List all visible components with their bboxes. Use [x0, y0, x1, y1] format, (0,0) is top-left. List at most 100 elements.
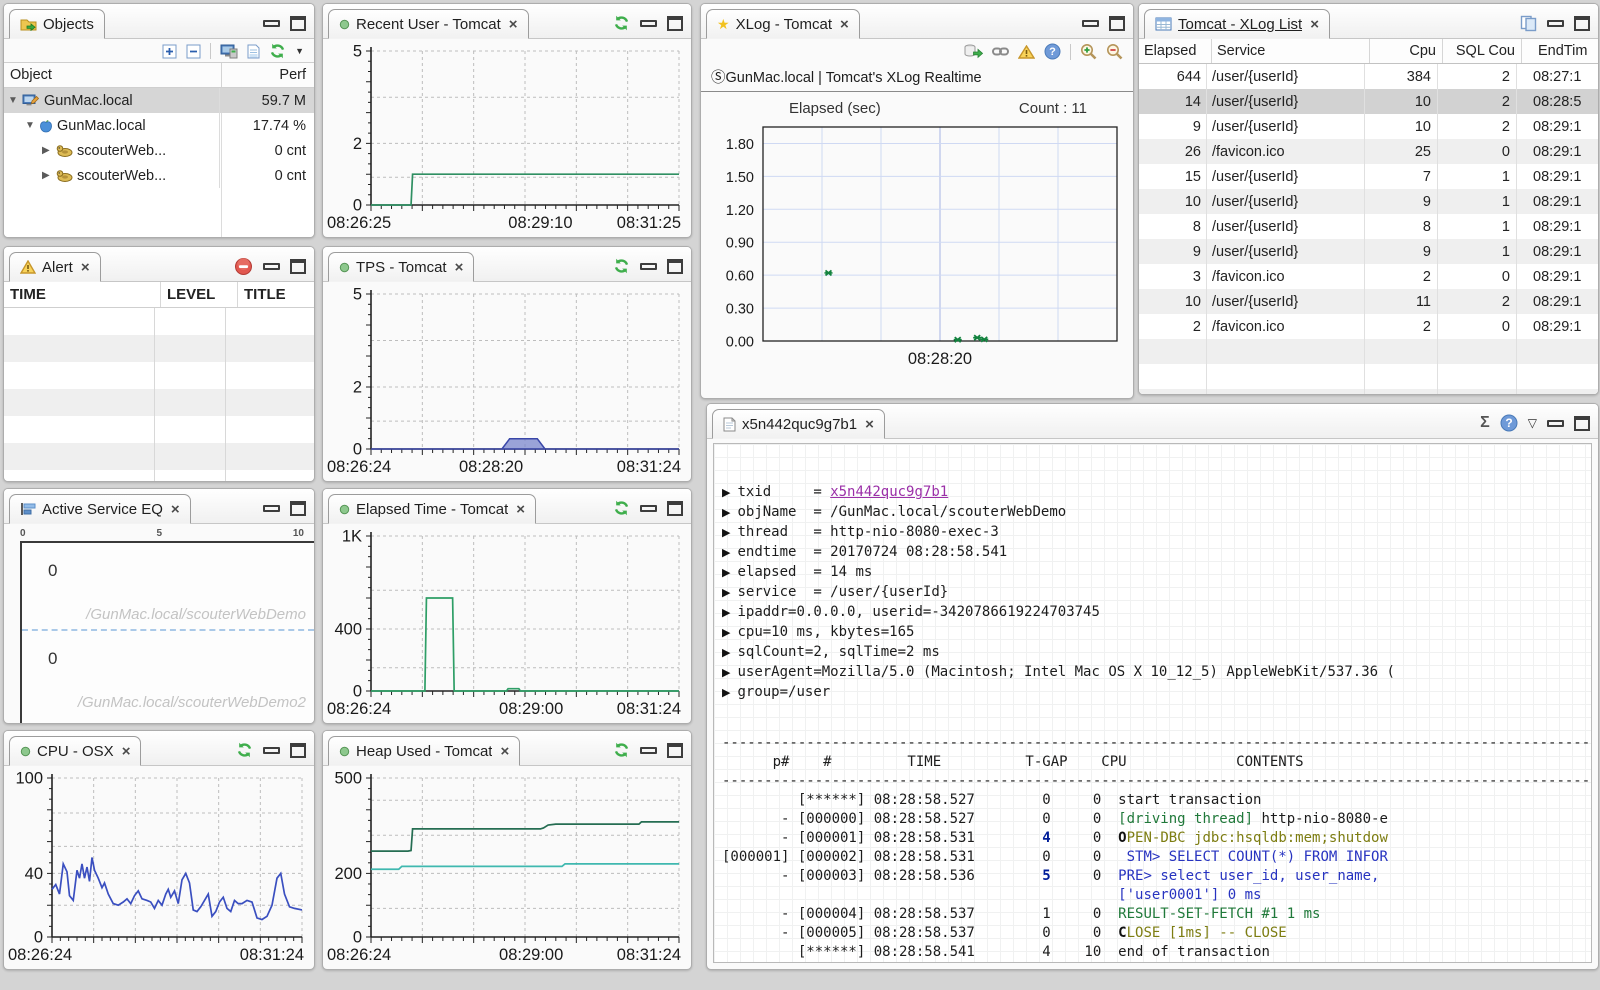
expand-marker-icon[interactable]: ▶ — [722, 546, 730, 559]
warning-icon[interactable] — [1018, 44, 1035, 59]
objects-maximize-button[interactable] — [290, 15, 306, 31]
remove-all-icon[interactable] — [234, 257, 253, 276]
recent-user-minimize-button[interactable] — [640, 19, 657, 27]
tab-objects[interactable]: Objects — [9, 9, 105, 39]
heap-used-minimize-button[interactable] — [640, 746, 657, 754]
active-service-eq-maximize-button[interactable] — [290, 500, 306, 516]
expand-marker-icon[interactable]: ▶ — [722, 626, 730, 639]
tab-heap-used[interactable]: Heap Used - Tomcat × — [328, 736, 521, 766]
heap-used-maximize-button[interactable] — [667, 742, 683, 758]
refresh-icon[interactable] — [613, 742, 630, 758]
tab-tps[interactable]: TPS - Tomcat × — [328, 252, 475, 282]
recent-user-chart[interactable]: 5 2 0 08:26:25 08:29:10 08:31:25 — [323, 39, 691, 237]
alert-minimize-button[interactable] — [263, 262, 280, 270]
tab-recent-user[interactable]: Recent User - Tomcat × — [328, 9, 529, 39]
expand-arrow-icon[interactable]: ▶ — [42, 170, 56, 181]
elapsed-time-chart[interactable]: 1K 400 0 08:26:24 08:29:00 08:31:24 — [323, 524, 691, 723]
xlog-list-row[interactable]: 8/user/{userId} 8 1 08:29:1 — [1139, 214, 1598, 239]
copy-icon[interactable] — [1520, 15, 1537, 32]
tab-alert[interactable]: Alert × — [9, 252, 101, 282]
expand-marker-icon[interactable]: ▶ — [722, 646, 730, 659]
export-database-icon[interactable] — [964, 44, 983, 59]
close-icon[interactable]: × — [81, 260, 90, 275]
close-icon[interactable]: × — [171, 502, 180, 517]
zoom-in-icon[interactable] — [1080, 43, 1097, 60]
detail-maximize-button[interactable] — [1574, 415, 1590, 431]
remote-object-icon[interactable] — [220, 44, 238, 59]
xlog-list-row[interactable]: 10/user/{userId} 9 1 08:29:1 — [1139, 189, 1598, 214]
eq-chart[interactable]: 0 /GunMac.local/scouterWebDemo 0 /GunMac… — [20, 541, 314, 723]
expand-marker-icon[interactable]: ▶ — [722, 486, 730, 499]
collapse-arrow-icon[interactable]: ▼ — [25, 120, 39, 131]
detail-minimize-button[interactable] — [1547, 419, 1564, 427]
refresh-icon[interactable] — [613, 500, 630, 516]
tree-row[interactable]: ▶ scouterWeb... 0 cnt — [4, 138, 314, 163]
column-endtime[interactable]: EndTim — [1522, 39, 1598, 63]
text-document-icon[interactable] — [247, 44, 260, 59]
cpu-osx-chart[interactable]: 100 40 0 08:26:24 08:31:24 — [4, 766, 314, 969]
tree-row[interactable]: ▼ GunMac.local 59.7 M — [4, 88, 314, 113]
cpu-osx-maximize-button[interactable] — [290, 742, 306, 758]
column-service[interactable]: Service — [1212, 39, 1370, 63]
elapsed-time-minimize-button[interactable] — [640, 504, 657, 512]
column-cpu[interactable]: Cpu — [1370, 39, 1443, 63]
link-icon[interactable] — [992, 46, 1009, 57]
xlog-list-row[interactable]: 3/favicon.ico 2 0 08:29:1 — [1139, 264, 1598, 289]
expand-marker-icon[interactable]: ▶ — [722, 526, 730, 539]
tps-minimize-button[interactable] — [640, 262, 657, 270]
column-sql-count[interactable]: SQL Cou — [1443, 39, 1522, 63]
tab-cpu-osx[interactable]: CPU - OSX × — [9, 736, 142, 766]
heap-used-chart[interactable]: 500 200 0 08:26:24 08:29:00 08:31:24 — [323, 766, 691, 969]
collapse-all-icon[interactable] — [186, 44, 201, 59]
xlog-list-row[interactable]: 10/user/{userId} 11 2 08:29:1 — [1139, 289, 1598, 314]
xlog-maximize-button[interactable] — [1109, 15, 1125, 31]
tps-chart[interactable]: 5 2 0 08:26:24 08:28:20 08:31:24 — [323, 282, 691, 481]
refresh-icon[interactable] — [613, 15, 630, 31]
tree-row[interactable]: ▼ GunMac.local 17.74 % — [4, 113, 314, 138]
column-elapsed[interactable]: Elapsed — [1139, 39, 1212, 63]
column-perf[interactable]: Perf — [221, 63, 314, 87]
close-icon[interactable]: × — [455, 260, 464, 275]
expand-all-icon[interactable] — [162, 44, 177, 59]
tab-xlog[interactable]: ★ XLog - Tomcat × — [706, 9, 860, 39]
tab-elapsed-time[interactable]: Elapsed Time - Tomcat × — [328, 494, 537, 524]
refresh-icon[interactable] — [613, 258, 630, 274]
tab-transaction-detail[interactable]: x5n442quc9g7b1 × — [712, 409, 885, 439]
close-icon[interactable]: × — [500, 744, 509, 759]
tab-active-service-eq[interactable]: Active Service EQ × — [9, 494, 191, 524]
tab-xlog-list[interactable]: Tomcat - XLog List × — [1144, 9, 1330, 39]
close-icon[interactable]: × — [840, 17, 849, 32]
tree-row[interactable]: ▶ scouterWeb... 0 cnt — [4, 163, 314, 188]
close-icon[interactable]: × — [865, 417, 874, 432]
close-icon[interactable]: × — [1310, 17, 1319, 32]
expand-arrow-icon[interactable]: ▶ — [42, 145, 56, 156]
close-icon[interactable]: × — [122, 744, 131, 759]
view-menu-icon[interactable]: ▼ — [295, 46, 304, 56]
xlog-list-minimize-button[interactable] — [1547, 19, 1564, 27]
alert-maximize-button[interactable] — [290, 258, 306, 274]
column-time[interactable]: TIME — [4, 286, 160, 303]
collapse-arrow-icon[interactable]: ▼ — [8, 95, 22, 106]
xlog-list-row[interactable]: 26/favicon.ico 25 0 08:29:1 — [1139, 139, 1598, 164]
help-icon[interactable]: ? — [1044, 43, 1061, 60]
tps-maximize-button[interactable] — [667, 258, 683, 274]
refresh-icon[interactable] — [236, 742, 253, 758]
column-level[interactable]: LEVEL — [160, 282, 237, 307]
xlog-list-row[interactable]: 2/favicon.ico 2 0 08:29:1 — [1139, 314, 1598, 339]
eq-item[interactable]: 0 /GunMac.local/scouterWebDemo — [22, 543, 314, 629]
expand-marker-icon[interactable]: ▶ — [722, 566, 730, 579]
xlog-list-row[interactable]: 9/user/{userId} 9 1 08:29:1 — [1139, 239, 1598, 264]
refresh-icon[interactable] — [269, 43, 286, 59]
recent-user-maximize-button[interactable] — [667, 15, 683, 31]
elapsed-time-maximize-button[interactable] — [667, 500, 683, 516]
xlog-list-row[interactable]: 14/user/{userId} 10 2 08:28:5 — [1139, 89, 1598, 114]
help-icon[interactable]: ? — [1500, 414, 1518, 432]
zoom-out-icon[interactable] — [1106, 43, 1123, 60]
detail-body[interactable]: ▶ txid = x5n442quc9g7b1 ▶ objName = /GunMac… — [713, 443, 1592, 963]
xlog-list-row[interactable]: 15/user/{userId} 7 1 08:29:1 — [1139, 164, 1598, 189]
xlog-list-row[interactable]: 9/user/{userId} 10 2 08:29:1 — [1139, 114, 1598, 139]
xlog-list-maximize-button[interactable] — [1574, 15, 1590, 31]
expand-marker-icon[interactable]: ▶ — [722, 686, 730, 699]
txid-link[interactable]: x5n442quc9g7b1 — [830, 484, 948, 500]
expand-marker-icon[interactable]: ▶ — [722, 666, 730, 679]
